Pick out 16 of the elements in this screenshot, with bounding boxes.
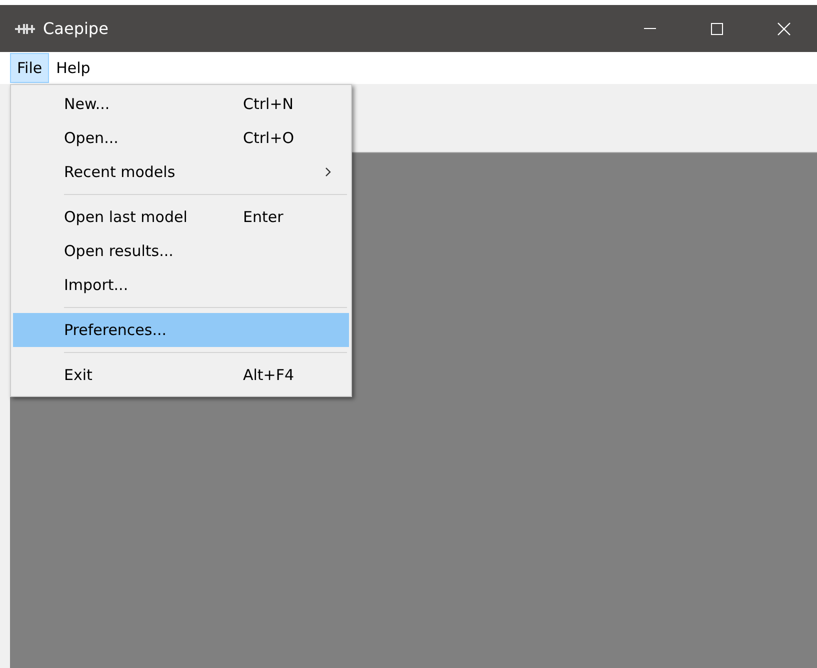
menu-item[interactable]: Open... Ctrl+O	[13, 121, 349, 155]
pipe-icon	[15, 24, 35, 34]
menu-item[interactable]: Recent models	[13, 155, 349, 189]
close-icon	[776, 22, 790, 36]
menu-item[interactable]: Open results...	[13, 234, 349, 268]
window-title: Caepipe	[43, 19, 108, 38]
chevron-icon	[325, 167, 331, 177]
menu-item[interactable]: New... Ctrl+N	[13, 87, 349, 121]
menu-item[interactable]: Preferences...	[13, 313, 349, 347]
menu-item[interactable]: Exit Alt+F4	[13, 358, 349, 392]
minimize-icon	[644, 28, 656, 29]
maximize-icon	[710, 22, 722, 34]
menu-item[interactable]: Open last model Enter	[13, 200, 349, 234]
menu-item[interactable]: Import...	[13, 268, 349, 302]
menu-item[interactable]: Help	[49, 53, 98, 83]
menu-item[interactable]: File	[10, 53, 50, 83]
